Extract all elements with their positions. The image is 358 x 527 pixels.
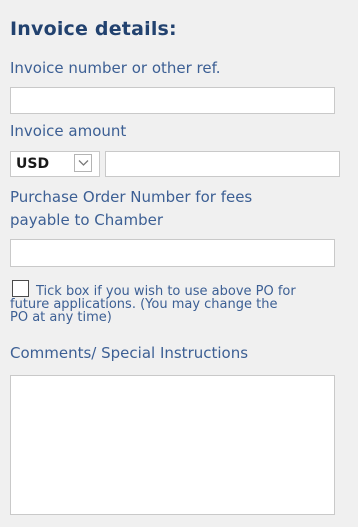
invoice-amount-label: Invoice amount	[10, 122, 127, 140]
invoice-ref-input[interactable]	[10, 87, 335, 114]
invoice-amount-input[interactable]	[105, 151, 340, 177]
use-po-note-line3: PO at any time)	[10, 310, 112, 325]
currency-select-value: USD	[16, 156, 50, 172]
po-number-label-line1: Purchase Order Number for fees	[10, 188, 253, 206]
invoice-details-panel: Invoice details: Invoice number or other…	[0, 0, 358, 527]
section-title: Invoice details:	[10, 18, 177, 40]
comments-label: Comments/ Special Instructions	[10, 344, 249, 362]
chevron-down-icon	[78, 160, 89, 166]
use-po-note: Tick box if you wish to use above PO for…	[10, 285, 358, 324]
po-number-input[interactable]	[10, 239, 335, 267]
currency-dropdown-button[interactable]	[74, 154, 92, 172]
invoice-ref-label: Invoice number or other ref.	[10, 59, 221, 77]
po-number-label-line2: payable to Chamber	[10, 211, 163, 229]
comments-textarea[interactable]	[10, 375, 335, 515]
currency-select[interactable]: USD	[10, 151, 100, 177]
